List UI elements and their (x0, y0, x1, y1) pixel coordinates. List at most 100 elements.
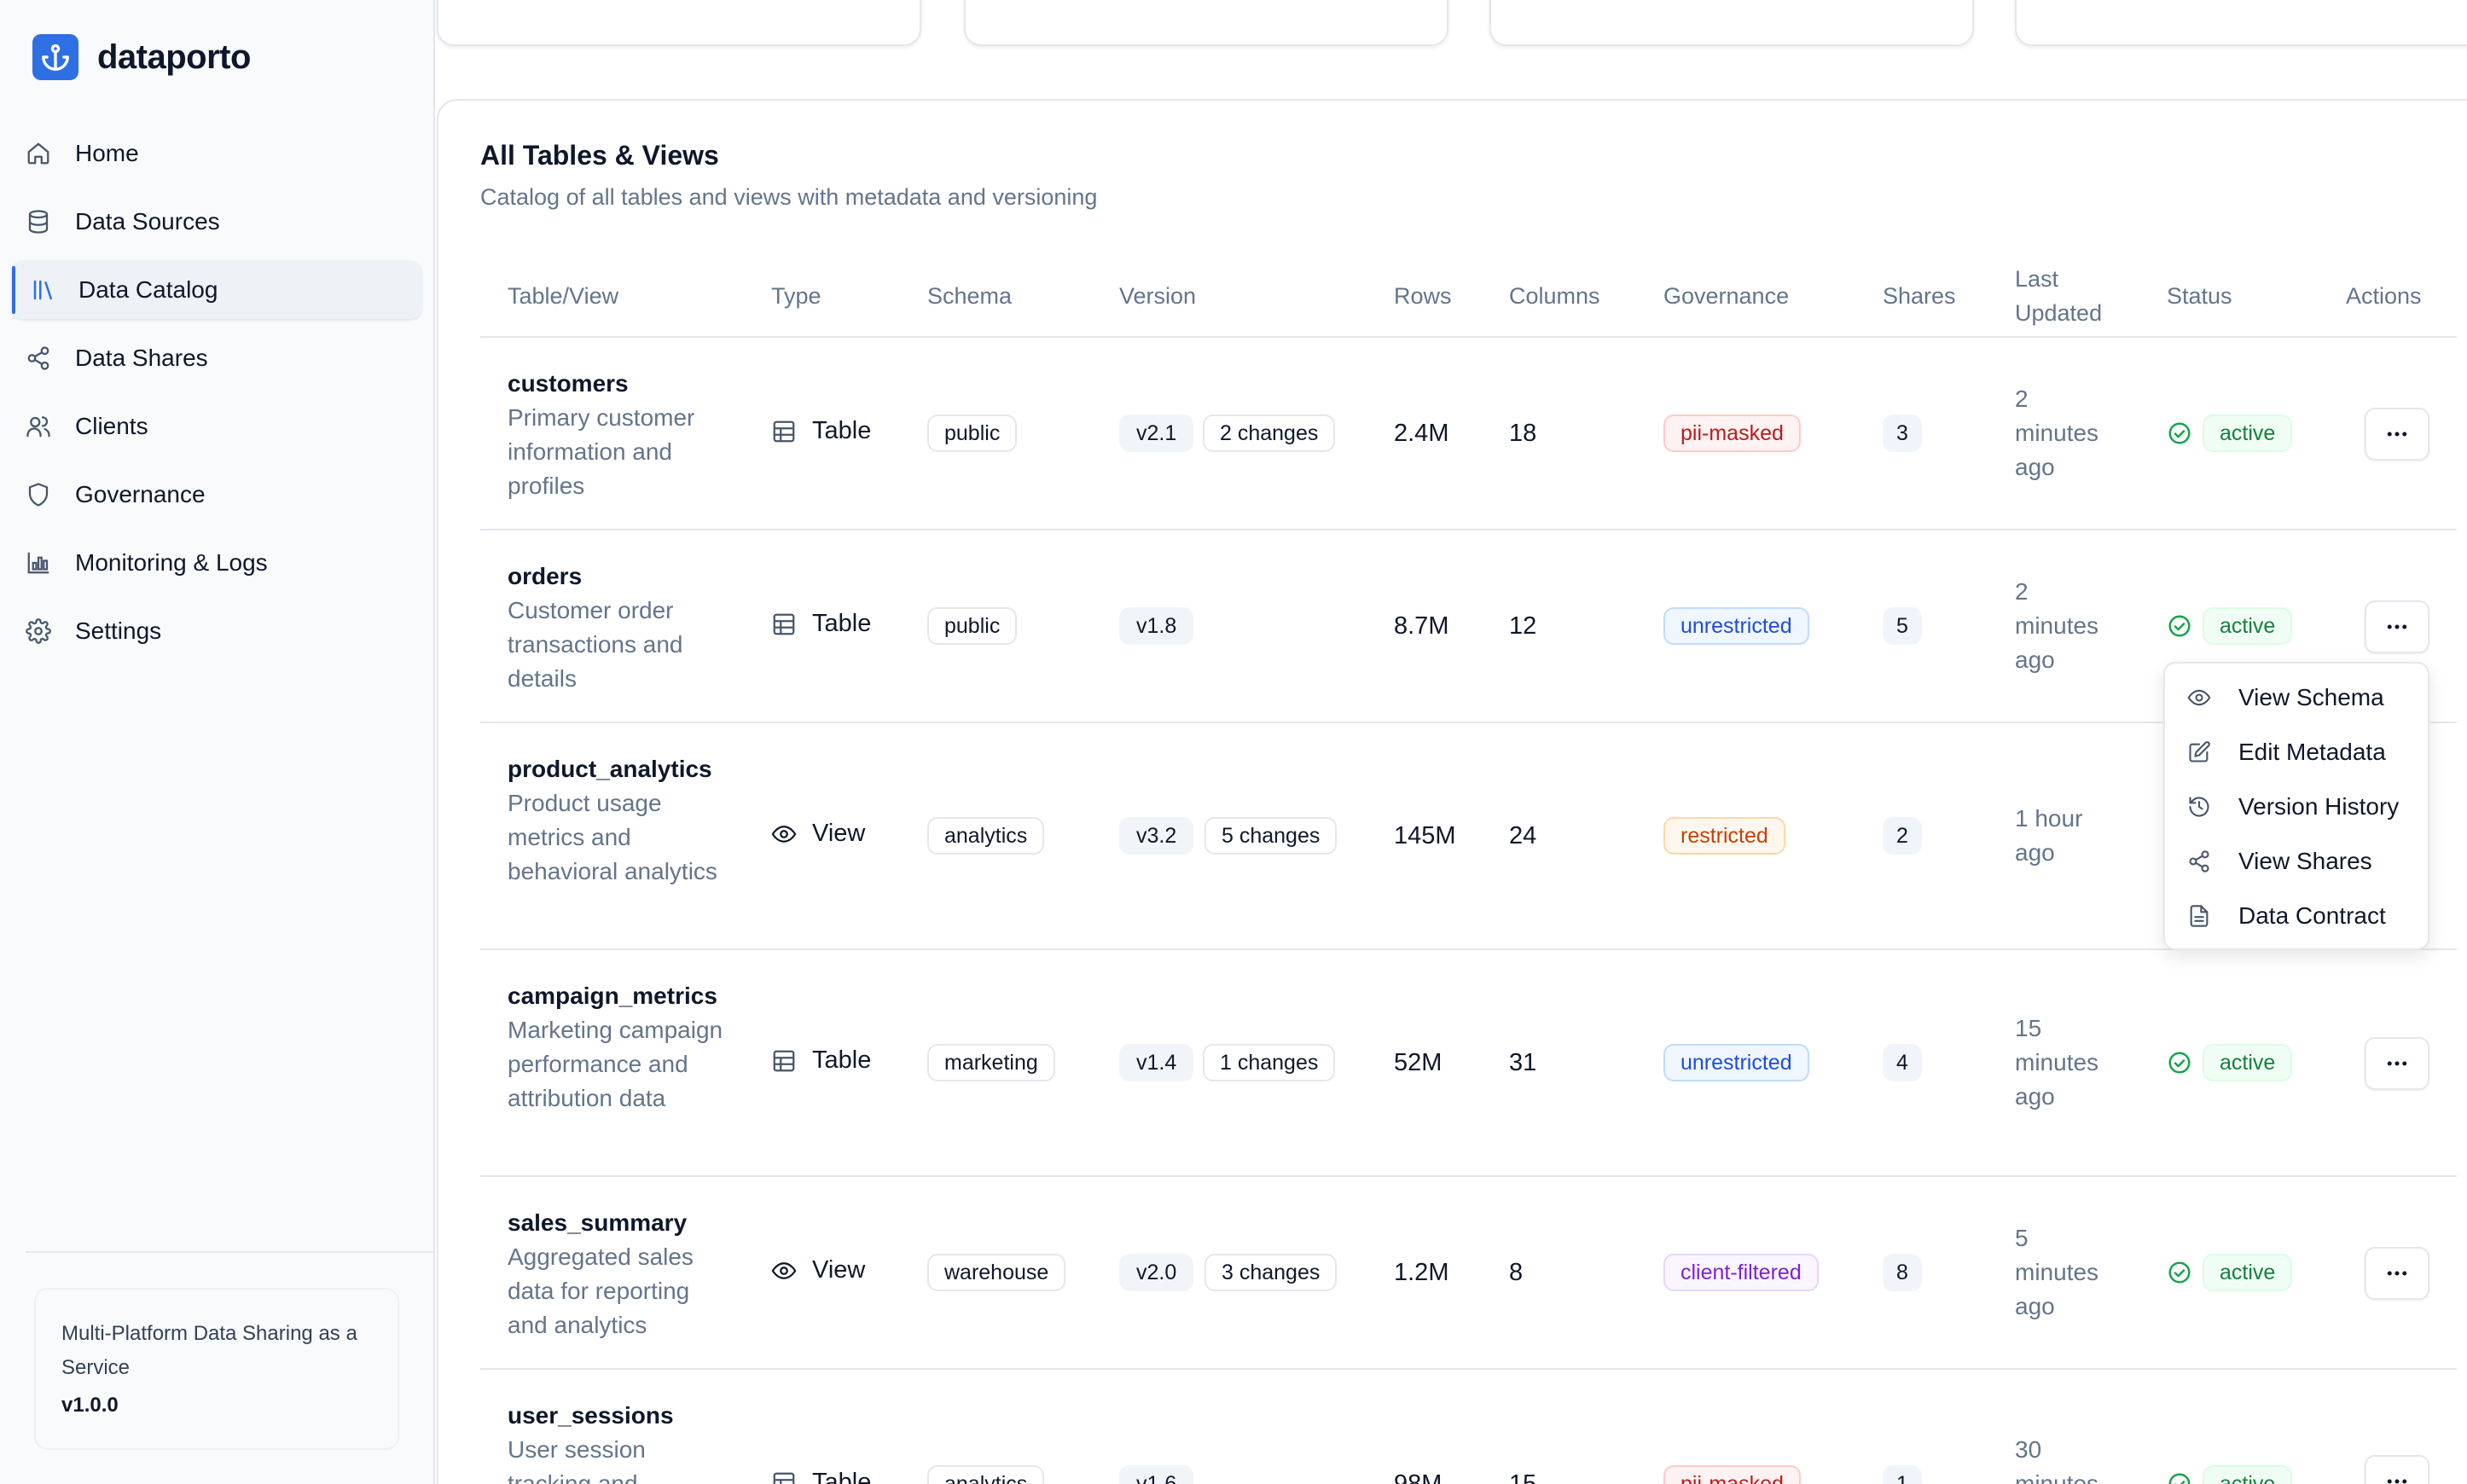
brand[interactable]: dataporto (32, 34, 251, 80)
menu-item-data-contract[interactable]: Data Contract (2165, 889, 2428, 943)
row-actions-button[interactable] (2365, 600, 2429, 653)
sidebar-item-home[interactable]: Home (12, 125, 421, 183)
bar-chart-icon (27, 552, 49, 574)
changes-badge[interactable]: 5 changes (1204, 817, 1338, 855)
table-description: Aggregated sales data for reporting and … (508, 1243, 694, 1338)
row-count: 52M (1394, 1049, 1442, 1076)
table-name[interactable]: product_analytics (508, 752, 729, 786)
sidebar-item-label: Governance (75, 481, 206, 507)
sidebar-item-governance[interactable]: Governance (12, 466, 421, 524)
menu-item-view-shares[interactable]: View Shares (2165, 834, 2428, 889)
file-icon (2190, 905, 2209, 927)
table-icon (773, 1050, 795, 1071)
row-actions-button[interactable] (2365, 1455, 2429, 1484)
column-header-rows: Rows (1394, 283, 1452, 309)
eye-icon (771, 825, 797, 843)
row-actions-menu: View Schema Edit Metadata Version Histor… (2163, 662, 2429, 950)
check-circle-icon (2168, 1052, 2191, 1074)
changes-badge[interactable]: 1 changes (1203, 1044, 1336, 1081)
sidebar-item-monitoring[interactable]: Monitoring & Logs (12, 534, 421, 592)
more-horizontal-icon (2387, 1479, 2407, 1484)
menu-item-view-schema[interactable]: View Schema (2165, 670, 2428, 725)
schema-badge: public (927, 607, 1018, 645)
version-badge: v3.2 (1119, 817, 1194, 855)
status-cell: active (2167, 607, 2293, 645)
shield-icon (28, 483, 49, 507)
row-actions-button[interactable] (2365, 408, 2429, 461)
table-description: Primary customer information and profile… (508, 404, 695, 499)
sidebar-item-label: Settings (75, 617, 162, 644)
table-name[interactable]: sales_summary (508, 1206, 729, 1240)
status-badge: active (2203, 607, 2293, 645)
menu-item-version-history[interactable]: Version History (2165, 780, 2428, 834)
last-updated: 5 minutes ago (2015, 1225, 2099, 1319)
sidebar-item-label: Home (75, 140, 139, 166)
shares-count: 1 (1883, 1465, 1922, 1484)
sidebar-item-settings[interactable]: Settings (12, 602, 421, 660)
column-count: 31 (1509, 1049, 1537, 1076)
stat-card (1489, 0, 1974, 46)
type-cell: View (771, 820, 865, 848)
governance-badge: unrestricted (1663, 1044, 1809, 1081)
table-icon (773, 1472, 795, 1484)
changes-badge[interactable]: 2 changes (1203, 414, 1336, 452)
row-divider (480, 1368, 2457, 1370)
schema-badge: analytics (927, 817, 1045, 855)
last-updated: 1 hour ago (2015, 805, 2083, 866)
menu-item-label: View Schema (2238, 684, 2384, 710)
users-icon (26, 416, 50, 438)
column-header-schema: Schema (927, 283, 1013, 309)
last-updated: 2 minutes ago (2015, 578, 2099, 673)
schema-badge: marketing (927, 1044, 1055, 1081)
table-name[interactable]: customers (508, 367, 729, 401)
column-header-table-view: Table/View (508, 283, 619, 309)
row-count: 1.2M (1394, 1259, 1449, 1286)
column-count: 15 (1509, 1470, 1537, 1484)
row-count: 8.7M (1394, 612, 1449, 640)
sidebar-item-label: Monitoring & Logs (75, 549, 268, 576)
sidebar-item-data-shares[interactable]: Data Shares (12, 329, 421, 387)
version-badge: v2.1 (1119, 414, 1194, 452)
more-horizontal-icon (2387, 432, 2407, 437)
type-cell: Table (771, 417, 871, 445)
sidebar-item-data-sources[interactable]: Data Sources (12, 193, 421, 251)
shares-count: 8 (1883, 1254, 1922, 1291)
table-name[interactable]: campaign_metrics (508, 979, 729, 1013)
table-name[interactable]: user_sessions (508, 1399, 729, 1433)
column-count: 8 (1509, 1259, 1524, 1286)
row-actions-button[interactable] (2365, 1247, 2429, 1300)
type-label: Table (812, 1469, 872, 1484)
eye-icon (771, 1261, 797, 1279)
status-badge: active (2203, 414, 2293, 452)
last-updated: 30 minutes ago (2015, 1436, 2099, 1484)
menu-item-label: Edit Metadata (2238, 739, 2386, 765)
shares-count: 2 (1883, 817, 1922, 855)
column-header-version: Version (1119, 283, 1197, 309)
gear-icon (26, 618, 51, 644)
sidebar-nav: Home Data Sources Data Catalog Data Shar… (12, 125, 421, 670)
column-header-governance: Governance (1663, 283, 1790, 309)
status-cell: active (2167, 1465, 2293, 1484)
sidebar-item-data-catalog[interactable]: Data Catalog (12, 261, 421, 319)
row-count: 98M (1394, 1470, 1442, 1484)
check-circle-icon (2168, 422, 2191, 444)
row-actions-button[interactable] (2365, 1037, 2429, 1090)
governance-badge: unrestricted (1663, 607, 1809, 645)
shares-count: 5 (1883, 607, 1922, 645)
column-header-type: Type (771, 283, 821, 309)
share-icon (2189, 850, 2209, 872)
table-description: User session tracking and (508, 1436, 646, 1484)
type-cell: Table (771, 610, 871, 638)
version-badge: v1.8 (1119, 607, 1194, 645)
status-cell: active (2167, 414, 2293, 452)
sidebar-item-clients[interactable]: Clients (12, 397, 421, 455)
menu-item-edit-metadata[interactable]: Edit Metadata (2165, 725, 2428, 780)
more-horizontal-icon (2387, 1061, 2407, 1066)
changes-badge[interactable]: 3 changes (1204, 1254, 1338, 1291)
column-count: 24 (1509, 822, 1537, 849)
table-name[interactable]: orders (508, 559, 729, 594)
governance-badge: client-filtered (1663, 1254, 1819, 1291)
check-circle-icon (2168, 1473, 2191, 1484)
column-header-status: Status (2167, 283, 2232, 309)
anchor-icon (32, 34, 78, 80)
